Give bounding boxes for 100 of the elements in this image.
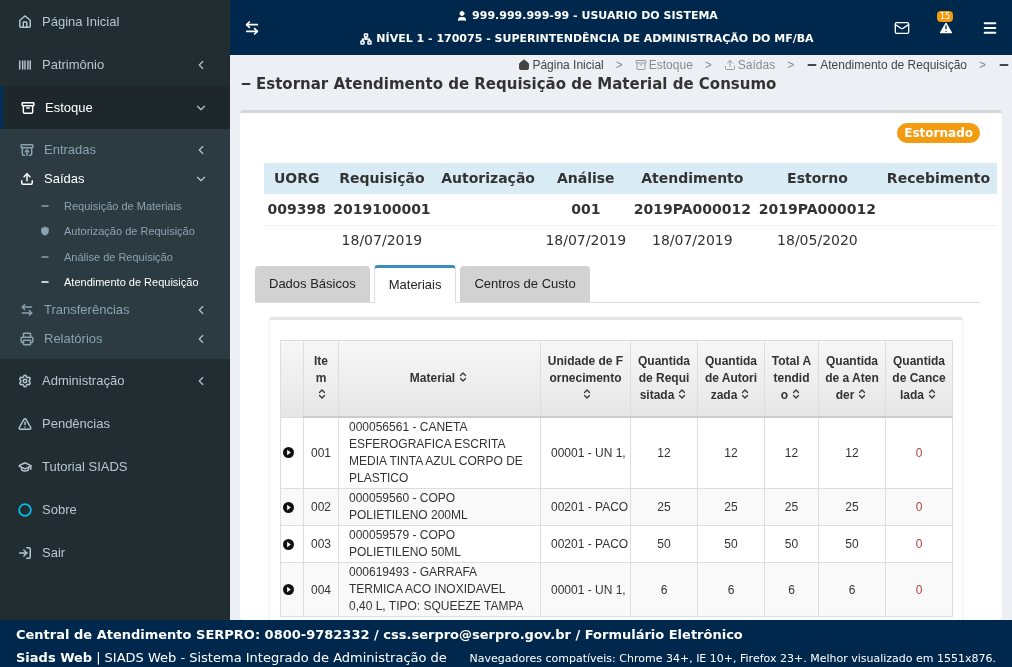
page-title: Estornar Atendimento de Requisição de Material de Consumo	[256, 74, 777, 95]
column-header: Recebimento	[886, 169, 991, 186]
warning-icon[interactable]	[938, 19, 954, 36]
notification-badge: 15	[937, 10, 954, 22]
table-cell: 50	[845, 537, 859, 551]
sidebar-item[interactable]: Pendências	[0, 402, 230, 445]
submenu-item[interactable]: Transferências	[0, 295, 230, 324]
submenu-item[interactable]: Relatórios	[0, 324, 230, 353]
submenu-link[interactable]: Análise de Requisição	[0, 244, 230, 270]
sidebar-toggle-icon[interactable]	[244, 19, 260, 36]
separator: |	[96, 648, 101, 667]
submenu-item[interactable]: Entradas	[0, 135, 230, 164]
table-cell: 12	[657, 446, 671, 460]
table-cell: 002	[311, 500, 331, 514]
sort-icon[interactable]	[926, 387, 938, 400]
table-cell: 6	[848, 582, 856, 597]
tab[interactable]: Materiais	[373, 264, 457, 303]
submenu-link[interactable]: Requisição de Materiais	[0, 193, 230, 219]
table-cell: 00201 - PACO	[551, 537, 629, 551]
table-cell: 2019PA000012	[758, 200, 877, 217]
table-cell: 00001 - UN 1,	[551, 582, 626, 597]
table-cell: 18/05/2020	[777, 232, 858, 249]
table-cell: 2019100001	[333, 200, 431, 217]
column-header: Autorização	[441, 169, 535, 186]
breadcrumb-separator: >	[615, 57, 623, 74]
browser-notice: Navegadores compatíveis: Chrome 34+, IE 10+, Firefox 23+. Melhor visualizado em 1551x876.	[469, 650, 996, 667]
table-cell: 00001 - UN 1,	[551, 446, 626, 460]
shield-icon	[40, 226, 50, 237]
barcode-icon	[18, 57, 32, 72]
sort-icon[interactable]	[316, 387, 328, 400]
table-cell: 12	[724, 446, 738, 460]
hierarchy-icon	[360, 32, 373, 45]
table-cell: 2019PA000012	[633, 200, 751, 217]
table-cell: 00201 - PACO	[551, 500, 629, 514]
column-header: Estorno	[787, 169, 848, 186]
user-name: 999.999.999-99 - USUARIO DO SISTEMA	[472, 8, 718, 24]
unit-level: NÍVEL 1 - 170075 - SUPERINTENDÊNCIA DE ADMINISTRAÇÃO DO MF/BA	[376, 30, 814, 47]
table-cell: 50	[724, 537, 738, 551]
graduation-cap-icon	[18, 459, 32, 474]
table-cell: 25	[657, 500, 671, 514]
status-badge: Estornado	[897, 122, 980, 143]
expand-row-icon[interactable]	[283, 501, 294, 513]
table-cell: 25	[784, 500, 799, 514]
login-icon	[18, 545, 32, 560]
table-cell: 25	[845, 500, 859, 514]
submenu-item[interactable]: Saídas	[0, 164, 230, 193]
breadcrumb-link[interactable]: Página Inicial	[532, 56, 604, 74]
table-cell: 004	[311, 582, 331, 597]
column-header: Análise	[556, 169, 615, 186]
breadcrumb-separator: >	[704, 57, 712, 74]
submenu-link[interactable]: Atendimento de Requisição	[0, 269, 230, 295]
upload-icon	[20, 171, 34, 186]
table-cell: 003	[311, 537, 331, 551]
mail-icon[interactable]	[894, 19, 910, 36]
column-header: UORG	[273, 169, 320, 186]
breadcrumb-link[interactable]: Atendimento de Requisição	[820, 56, 967, 74]
sidebar-item[interactable]: Estoque	[0, 86, 230, 129]
footer-contact: Central de Atendimento SERPRO: 0800-9782332 / css.serpro@serpro.gov.br / Formulário Eletrônico	[16, 626, 744, 644]
table-cell: 25	[724, 500, 738, 514]
warning-icon	[18, 416, 32, 431]
table-cell: 0	[915, 500, 923, 514]
table-cell: 001	[311, 446, 331, 460]
column-header: Atendimento	[641, 169, 744, 186]
table-cell: 18/07/2019	[545, 232, 627, 249]
printer-icon	[20, 331, 34, 346]
box-icon	[634, 59, 647, 71]
sidebar-item[interactable]: Tutorial SIADS	[0, 445, 230, 488]
tab[interactable]: Centros de Custo	[460, 265, 590, 302]
table-cell: 000619493 - GARRAFA TERMICA ACO INOXIDAVEL 0,40 L, TIPO: SQUEEZE TAMPA	[349, 565, 524, 613]
table-cell: 18/07/2019	[341, 232, 423, 249]
app-description: SIADS Web - Sistema Integrado de Administração de	[104, 648, 447, 667]
column-header: Requisição	[339, 169, 425, 186]
submenu-link[interactable]: Autorização de Requisição	[0, 218, 230, 244]
user-icon	[456, 10, 469, 23]
expand-row-icon[interactable]	[283, 538, 294, 550]
table-cell: 12	[784, 446, 799, 460]
table-cell: 009398	[267, 200, 326, 217]
sidebar-item[interactable]: Página Inicial	[0, 0, 230, 43]
expand-row-icon[interactable]	[283, 447, 294, 459]
table-cell: 000059560 - COPO POLIETILENO 200ML	[349, 491, 468, 522]
table-cell: 001	[571, 200, 601, 217]
table-cell: 0	[915, 537, 923, 551]
sidebar-item[interactable]: Sobre	[0, 488, 230, 531]
table-cell: 6	[660, 582, 668, 597]
circle-icon	[18, 502, 32, 517]
sidebar-item[interactable]: Patrimônio	[0, 43, 230, 86]
sidebar-item[interactable]: Sair	[0, 531, 230, 574]
expand-row-icon[interactable]	[283, 584, 294, 595]
box-icon	[21, 100, 35, 115]
menu-icon[interactable]	[982, 19, 998, 36]
table-cell: 0	[915, 446, 923, 460]
table-cell: 000056561 - CANETA ESFEROGRAFICA ESCRITA MEDIA TINTA AZUL CORPO DE PLASTICO	[349, 420, 523, 485]
tab[interactable]: Dados Básicos	[255, 265, 370, 302]
breadcrumb-separator: >	[787, 57, 795, 74]
table-cell: 6	[727, 582, 735, 597]
inbox-icon	[20, 142, 34, 157]
gears-icon	[18, 373, 32, 388]
sidebar-item[interactable]: Administração	[0, 359, 230, 402]
home-icon	[18, 14, 32, 29]
home-icon	[518, 59, 531, 71]
